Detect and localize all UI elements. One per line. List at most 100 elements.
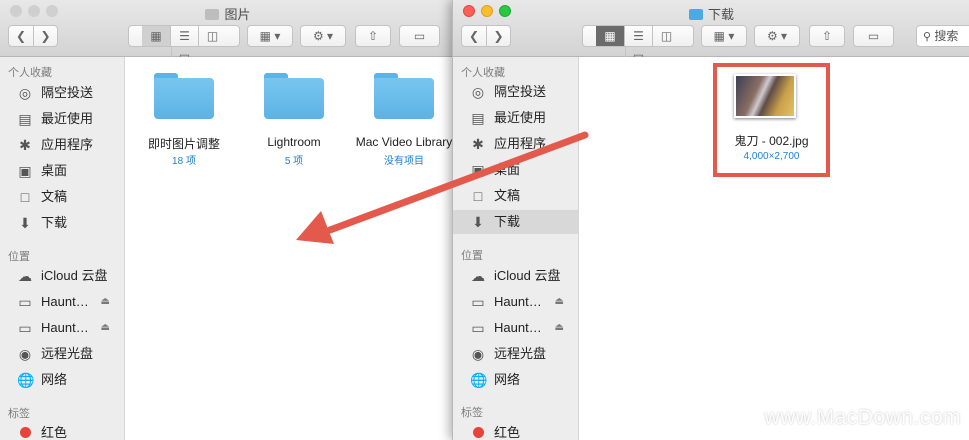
folder-item-count: 18 项 [172, 156, 196, 167]
action-button[interactable]: ⚙ ▾ [300, 25, 346, 47]
sidebar-item-icloud[interactable]: ☁ iCloud 云盘 [453, 264, 578, 288]
sidebar-header-tags: 标签 [461, 407, 483, 419]
sidebar-item-network[interactable]: 🌐 网络 [453, 368, 578, 392]
back-button[interactable]: ❮ [462, 26, 486, 46]
eject-icon[interactable]: ⏏ [101, 316, 110, 340]
list-view-icon[interactable]: ☰ [170, 26, 198, 46]
group-button[interactable]: ▦ ▾ [247, 25, 293, 47]
sidebar: 个人收藏 ◎ 隔空投送 ▤ 最近使用 ✱ 应用程序 ▣ 桌面 □ 文稿 ⬇ 下载 位置 ☁ i… [0, 57, 125, 440]
sidebar-item-label: 最近使用 [494, 110, 547, 125]
eject-icon[interactable]: ⏏ [555, 290, 564, 314]
titlebar: 下载 ❮ ❯ ▦ ☰ ◫▭ ▦ ▾ ⚙ ▾ ⇧ ▭ ⚲ 搜索 [453, 0, 969, 66]
folder-icon[interactable] [374, 73, 434, 119]
forward-button[interactable]: ❯ [486, 26, 510, 46]
sidebar-item-label: 下载 [494, 214, 521, 229]
sidebar-item-disk-1[interactable]: ▭ Haunt… ⏏ [0, 290, 124, 314]
sidebar-item-label: 应用程序 [41, 137, 94, 152]
icloud-icon: ☁ [18, 268, 32, 284]
file-area: 即时图片调整 18 项 Lightroom 5 项 Mac Video Libr… [125, 57, 456, 440]
sidebar-item-disk-1[interactable]: ▭ Haunt… ⏏ [453, 290, 578, 314]
sidebar-item-downloads[interactable]: ⬇ 下载 [0, 211, 124, 235]
sidebar-item-recents[interactable]: ▤ 最近使用 [0, 107, 124, 131]
disk-icon: ▭ [471, 294, 485, 310]
sidebar-header-tags: 标签 [8, 408, 30, 420]
sidebar-item-network[interactable]: 🌐 网络 [0, 368, 124, 392]
action-button[interactable]: ⚙ ▾ [754, 25, 800, 47]
share-icon: ⇧ [367, 29, 379, 43]
sidebar-item-downloads[interactable]: ⬇ 下载 [453, 210, 578, 234]
window-title: 图片 [0, 4, 456, 23]
sidebar-item-applications[interactable]: ✱ 应用程序 [0, 133, 124, 157]
column-view-icon[interactable]: ◫ [652, 26, 680, 46]
sidebar-item-icloud[interactable]: ☁ iCloud 云盘 [0, 264, 124, 288]
sidebar-item-label: 桌面 [494, 162, 521, 177]
sidebar-item-documents[interactable]: □ 文稿 [0, 185, 124, 209]
sidebar-header-locations: 位置 [8, 251, 30, 263]
airdrop-icon: ◎ [18, 85, 32, 101]
downloads-folder-icon [688, 9, 703, 20]
disk-icon: ▭ [18, 294, 32, 310]
remote-disc-icon: ◉ [18, 346, 32, 362]
icloud-icon: ☁ [471, 268, 485, 284]
sidebar-item-disk-2[interactable]: ▭ Haunt… ⏏ [453, 316, 578, 340]
back-forward-buttons: ❮ ❯ [8, 25, 58, 47]
group-icon: ▦ ▾ [713, 29, 735, 43]
folder-icon[interactable] [264, 73, 324, 119]
airdrop-icon: ◎ [471, 84, 485, 100]
share-button[interactable]: ⇧ [809, 25, 845, 47]
desktop-icon: ▣ [471, 162, 485, 178]
disk-icon: ▭ [471, 320, 485, 336]
sidebar-item-remote-disc[interactable]: ◉ 远程光盘 [0, 342, 124, 366]
documents-icon: □ [20, 189, 30, 205]
sidebar-item-label: 下载 [41, 215, 68, 230]
sidebar-item-disk-2[interactable]: ▭ Haunt… ⏏ [0, 316, 124, 340]
sidebar-item-label: 红色 [41, 425, 68, 440]
sidebar-item-desktop[interactable]: ▣ 桌面 [0, 159, 124, 183]
remote-disc-icon: ◉ [471, 346, 485, 362]
sidebar-item-label: iCloud 云盘 [494, 268, 561, 283]
sidebar-item-applications[interactable]: ✱ 应用程序 [453, 132, 578, 156]
icon-view-icon[interactable]: ▦ [596, 26, 624, 46]
titlebar: 图片 ❮ ❯ ▦ ☰ ◫▭ ▦ ▾ ⚙ ▾ ⇧ ▭ [0, 0, 456, 66]
sidebar-item-desktop[interactable]: ▣ 桌面 [453, 158, 578, 182]
folder-name[interactable]: Mac Video Library [343, 135, 456, 149]
search-placeholder: 搜索 [934, 29, 959, 43]
search-field[interactable]: ⚲ 搜索 [916, 25, 969, 47]
share-icon: ⇧ [821, 29, 833, 43]
sidebar-item-label: 文稿 [494, 188, 521, 203]
sidebar-item-label: Haunt… [494, 320, 542, 335]
group-button[interactable]: ▦ ▾ [701, 25, 747, 47]
sidebar-item-label: Haunt… [41, 294, 89, 309]
eject-icon[interactable]: ⏏ [555, 316, 564, 340]
back-button[interactable]: ❮ [9, 26, 33, 46]
finder-window-downloads: 下载 ❮ ❯ ▦ ☰ ◫▭ ▦ ▾ ⚙ ▾ ⇧ ▭ ⚲ 搜索 个人收藏 ◎ 隔空投送 ▤… [452, 0, 969, 440]
sidebar-item-documents[interactable]: □ 文稿 [453, 184, 578, 208]
sidebar-item-tag-red[interactable]: 红色 [453, 421, 578, 440]
folder-name[interactable]: Lightroom [233, 135, 355, 149]
back-forward-buttons: ❮ ❯ [461, 25, 511, 47]
tag-button[interactable]: ▭ [399, 25, 440, 47]
folder-icon[interactable] [154, 73, 214, 119]
sidebar-item-remote-disc[interactable]: ◉ 远程光盘 [453, 342, 578, 366]
share-button[interactable]: ⇧ [355, 25, 391, 47]
icon-view-icon[interactable]: ▦ [142, 26, 170, 46]
sidebar-item-tag-red[interactable]: 红色 [0, 421, 124, 440]
sidebar-item-label: 应用程序 [494, 136, 547, 151]
view-mode-buttons: ▦ ☰ ◫▭ [582, 25, 694, 66]
disk-icon: ▭ [18, 320, 32, 336]
column-view-icon[interactable]: ◫ [198, 26, 226, 46]
highlight-box [713, 63, 830, 177]
watermark-text: www.MacDown.com [764, 406, 961, 429]
list-view-icon[interactable]: ☰ [624, 26, 652, 46]
sidebar-item-label: 桌面 [41, 163, 68, 178]
sidebar-item-airdrop[interactable]: ◎ 隔空投送 [453, 80, 578, 104]
folder-icon [205, 9, 220, 20]
tag-button[interactable]: ▭ [853, 25, 894, 47]
window-title-text: 下载 [707, 7, 734, 22]
sidebar-item-recents[interactable]: ▤ 最近使用 [453, 106, 578, 130]
folder-name[interactable]: 即时图片调整 [123, 135, 245, 152]
eject-icon[interactable]: ⏏ [101, 290, 110, 314]
network-icon: 🌐 [470, 372, 488, 388]
sidebar-item-airdrop[interactable]: ◎ 隔空投送 [0, 81, 124, 105]
forward-button[interactable]: ❯ [33, 26, 57, 46]
